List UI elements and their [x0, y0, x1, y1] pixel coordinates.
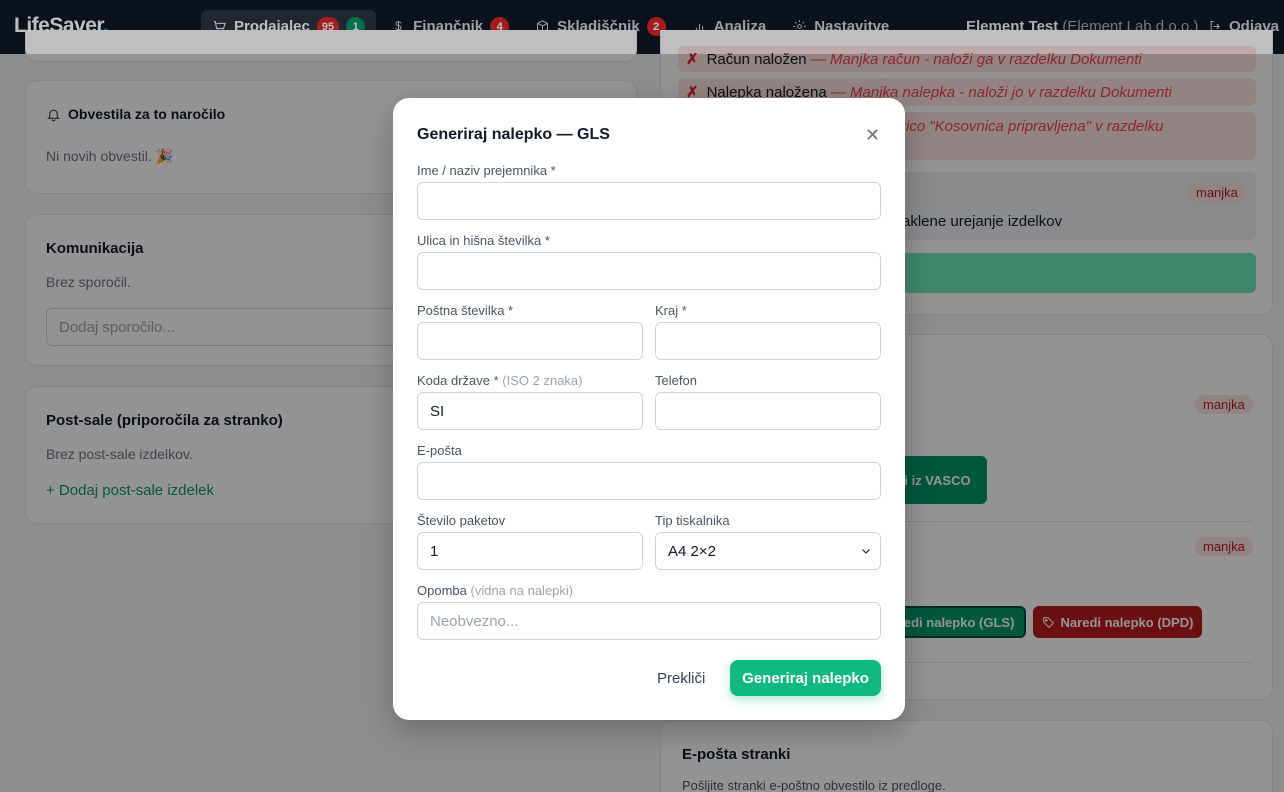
printer-type-label: Tip tiskalnika [655, 513, 730, 528]
printer-type-select[interactable]: A4 2×2 [655, 532, 881, 570]
generate-label-button[interactable]: Generiraj nalepko [730, 660, 881, 696]
phone-input[interactable] [655, 392, 881, 430]
city-input[interactable] [655, 322, 881, 360]
note-hint: (vidna na nalepki) [470, 583, 574, 598]
note-input[interactable]: Neobvezno... [417, 602, 881, 640]
package-count-input[interactable]: 1 [417, 532, 643, 570]
recipient-name-input[interactable] [417, 182, 881, 220]
country-code-label-text: Koda države * [417, 373, 499, 388]
street-label: Ulica in hišna številka * [417, 233, 550, 248]
cancel-button[interactable]: Prekliči [657, 670, 705, 687]
close-icon[interactable]: ✕ [865, 125, 880, 146]
country-code-input[interactable]: SI [417, 392, 643, 430]
street-input[interactable] [417, 252, 881, 290]
chevron-down-icon [862, 549, 870, 554]
recipient-name-label: Ime / naziv prejemnika * [417, 163, 556, 178]
generate-label-modal: Generiraj nalepko — GLS ✕ Ime / naziv pr… [393, 98, 905, 720]
printer-type-value: A4 2×2 [668, 542, 716, 560]
modal-title: Generiraj nalepko — GLS [417, 126, 610, 143]
city-label: Kraj * [655, 303, 687, 318]
modal-backdrop-top [0, 0, 1284, 54]
phone-label: Telefon [655, 373, 697, 388]
email-label: E-pošta [417, 443, 462, 458]
note-label-text: Opomba [417, 583, 467, 598]
email-input[interactable] [417, 462, 881, 500]
package-count-label: Število paketov [417, 513, 506, 528]
postal-code-label: Poštna številka * [417, 303, 514, 318]
country-code-hint: (ISO 2 znaka) [502, 373, 583, 388]
note-label: Opomba (vidna na nalepki) [417, 583, 573, 598]
country-code-label: Koda države * (ISO 2 znaka) [417, 373, 583, 388]
postal-code-input[interactable] [417, 322, 643, 360]
